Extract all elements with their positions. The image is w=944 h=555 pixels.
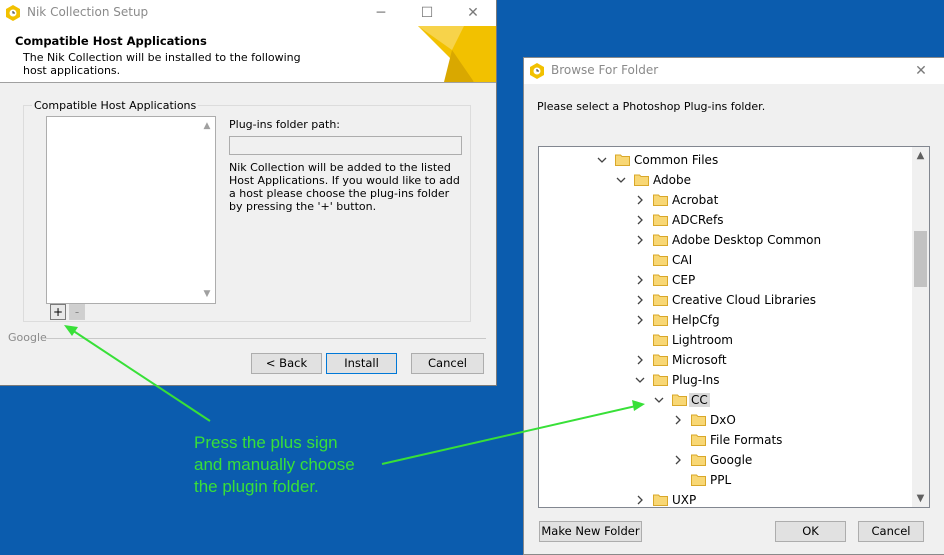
arrow-to-cc bbox=[381, 405, 637, 465]
annotation-line-1: Press the plus sign bbox=[194, 433, 338, 452]
annotation-line-3: the plugin folder. bbox=[194, 477, 319, 496]
arrow-to-plus bbox=[71, 329, 211, 422]
arrowhead-cc-icon bbox=[632, 400, 645, 411]
annotation-line-2: and manually choose bbox=[194, 455, 355, 474]
annotation-arrows bbox=[64, 325, 645, 465]
arrowhead-plus-icon bbox=[64, 325, 78, 336]
annotation-text: Press the plus sign and manually choose … bbox=[194, 432, 355, 498]
